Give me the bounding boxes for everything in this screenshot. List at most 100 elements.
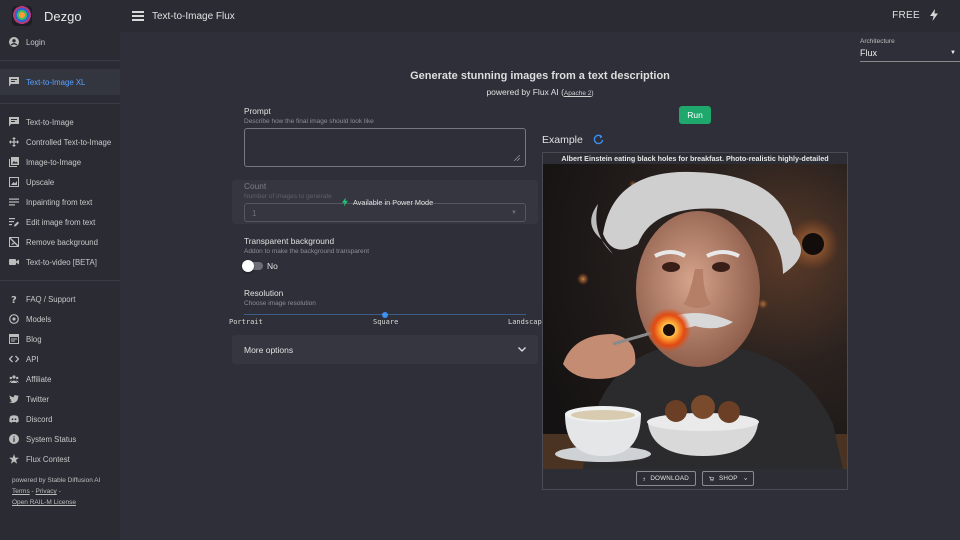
account-icon [9,37,19,47]
sidebar-item-text-to-image[interactable]: Text-to-Image [0,112,120,132]
sidebar-item-remove-background[interactable]: Remove background [0,232,120,252]
sidebar-item-login[interactable]: Login [0,32,120,52]
sidebar-item-models[interactable]: Models [0,309,120,329]
sidebar-item-label: Upscale [26,177,55,187]
prompt-textarea[interactable] [244,128,526,167]
powered-by-text: powered by Stable Diffusion AI [12,477,101,484]
resolution-option-portrait[interactable]: Portrait [229,318,263,326]
svg-text:?: ? [11,295,17,304]
resolution-option-square[interactable]: Square [373,318,398,326]
sidebar-item-label: Models [26,314,52,324]
models-icon [9,314,19,324]
caret-down-icon: ▼ [511,210,517,216]
download-icon [643,477,646,480]
sidebar-item-label: System Status [26,434,77,444]
discord-icon [9,415,19,423]
star-icon [9,454,19,464]
chat-icon [9,77,19,87]
architecture-value: Flux [860,48,878,58]
run-button[interactable]: Run [679,106,711,124]
hamburger-menu-icon[interactable] [132,11,144,21]
twitter-icon [9,395,19,404]
sidebar-item-label: Text-to-video [BETA] [26,257,97,267]
sidebar-item-flux-contest[interactable]: Flux Contest [0,449,120,469]
sidebar-item-discord[interactable]: Discord [0,409,120,429]
divider [0,280,120,281]
transparent-label: Transparent background [244,236,335,246]
sidebar-item-label: Image-to-Image [26,157,82,167]
blog-icon [9,334,19,344]
powered-by-line: powered by Flux AI (Apache 2) [120,87,960,97]
transparent-toggle-knob[interactable] [242,260,254,272]
divider [0,60,120,61]
cart-icon [709,476,714,481]
divider [0,103,120,104]
sidebar-item-label: Remove background [26,237,98,247]
info-icon [9,434,19,444]
example-image[interactable] [543,164,847,469]
sidebar-item-twitter[interactable]: Twitter [0,389,120,409]
privacy-link[interactable]: Privacy [35,488,56,495]
sidebar-item-controlled-text-to-image[interactable]: Controlled Text-to-Image [0,132,120,152]
count-label: Count [244,181,267,191]
resolution-option-landscape[interactable]: Landscape [508,318,546,326]
edit-icon [9,218,19,227]
separator: - [56,488,61,495]
sidebar-item-label: Login [26,37,46,47]
video-icon [9,259,19,265]
sidebar-item-image-to-image[interactable]: Image-to-Image [0,152,120,172]
sidebar-item-edit-image[interactable]: Edit image from text [0,212,120,232]
resize-handle-icon[interactable] [514,155,520,161]
shop-button[interactable]: SHOP [702,471,754,486]
example-title: Example [542,134,583,146]
brand[interactable]: Dezgo [0,0,120,32]
page-title: Text-to-Image Flux [152,10,235,22]
bolt-icon [342,197,348,207]
sidebar-item-label: API [26,354,39,364]
architecture-value-field[interactable]: Flux ▼ [860,48,960,62]
download-button[interactable]: DOWNLOAD [636,471,696,486]
sidebar: Login Text-to-Image XL Text-to-Image Con… [0,32,120,540]
license-link[interactable]: Open RAIL-M License [12,497,104,508]
chat-icon [9,117,19,127]
resolution-label: Resolution [244,288,284,298]
prompt-hint: Describe how the final image should look… [244,118,374,125]
count-hint: Number of images to generate [244,193,332,200]
sidebar-footer: powered by Stable Diffusion AI Terms - P… [12,475,120,508]
sidebar-item-faq[interactable]: ? FAQ / Support [0,289,120,309]
architecture-label: Architecture [860,38,895,45]
sidebar-item-text-to-image-xl[interactable]: Text-to-Image XL [0,69,120,95]
upscale-icon [9,177,19,187]
power-mode-notice[interactable]: Available in Power Mode [342,197,433,207]
sidebar-item-label: Edit image from text [26,217,96,227]
power-mode-text: Available in Power Mode [353,197,434,207]
sidebar-item-text-to-video[interactable]: Text-to-video [BETA] [0,252,120,272]
sidebar-item-api[interactable]: API [0,349,120,369]
sidebar-item-label: FAQ / Support [26,294,76,304]
sidebar-item-inpainting[interactable]: Inpainting from text [0,192,120,212]
example-caption: Albert Einstein eating black holes for b… [561,154,829,163]
sidebar-item-label: Twitter [26,394,49,404]
more-options-expander[interactable]: More options [232,335,538,364]
sidebar-item-upscale[interactable]: Upscale [0,172,120,192]
powered-by-text: powered by Flux AI ( [486,87,564,97]
inpaint-icon [9,198,19,206]
sidebar-item-label: Affiliate [26,374,52,384]
refresh-icon[interactable] [593,134,604,145]
caret-down-icon: ▼ [950,50,956,56]
sidebar-item-affiliate[interactable]: Affiliate [0,369,120,389]
plan-badge[interactable]: FREE [892,10,920,21]
move-icon [9,137,19,147]
architecture-select[interactable]: Architecture Flux ▼ [860,38,960,62]
sidebar-item-blog[interactable]: Blog [0,329,120,349]
sidebar-item-label: Text-to-Image [26,117,74,127]
chevron-down-icon [743,477,747,480]
sidebar-item-label: Discord [26,414,53,424]
bolt-icon[interactable] [930,9,938,21]
terms-link[interactable]: Terms [12,488,30,495]
sidebar-item-label: Inpainting from text [26,197,93,207]
resolution-hint: Choose image resolution [244,300,316,307]
apache-license-link[interactable]: Apache 2 [564,90,591,97]
chevron-down-icon [518,347,526,352]
sidebar-item-system-status[interactable]: System Status [0,429,120,449]
